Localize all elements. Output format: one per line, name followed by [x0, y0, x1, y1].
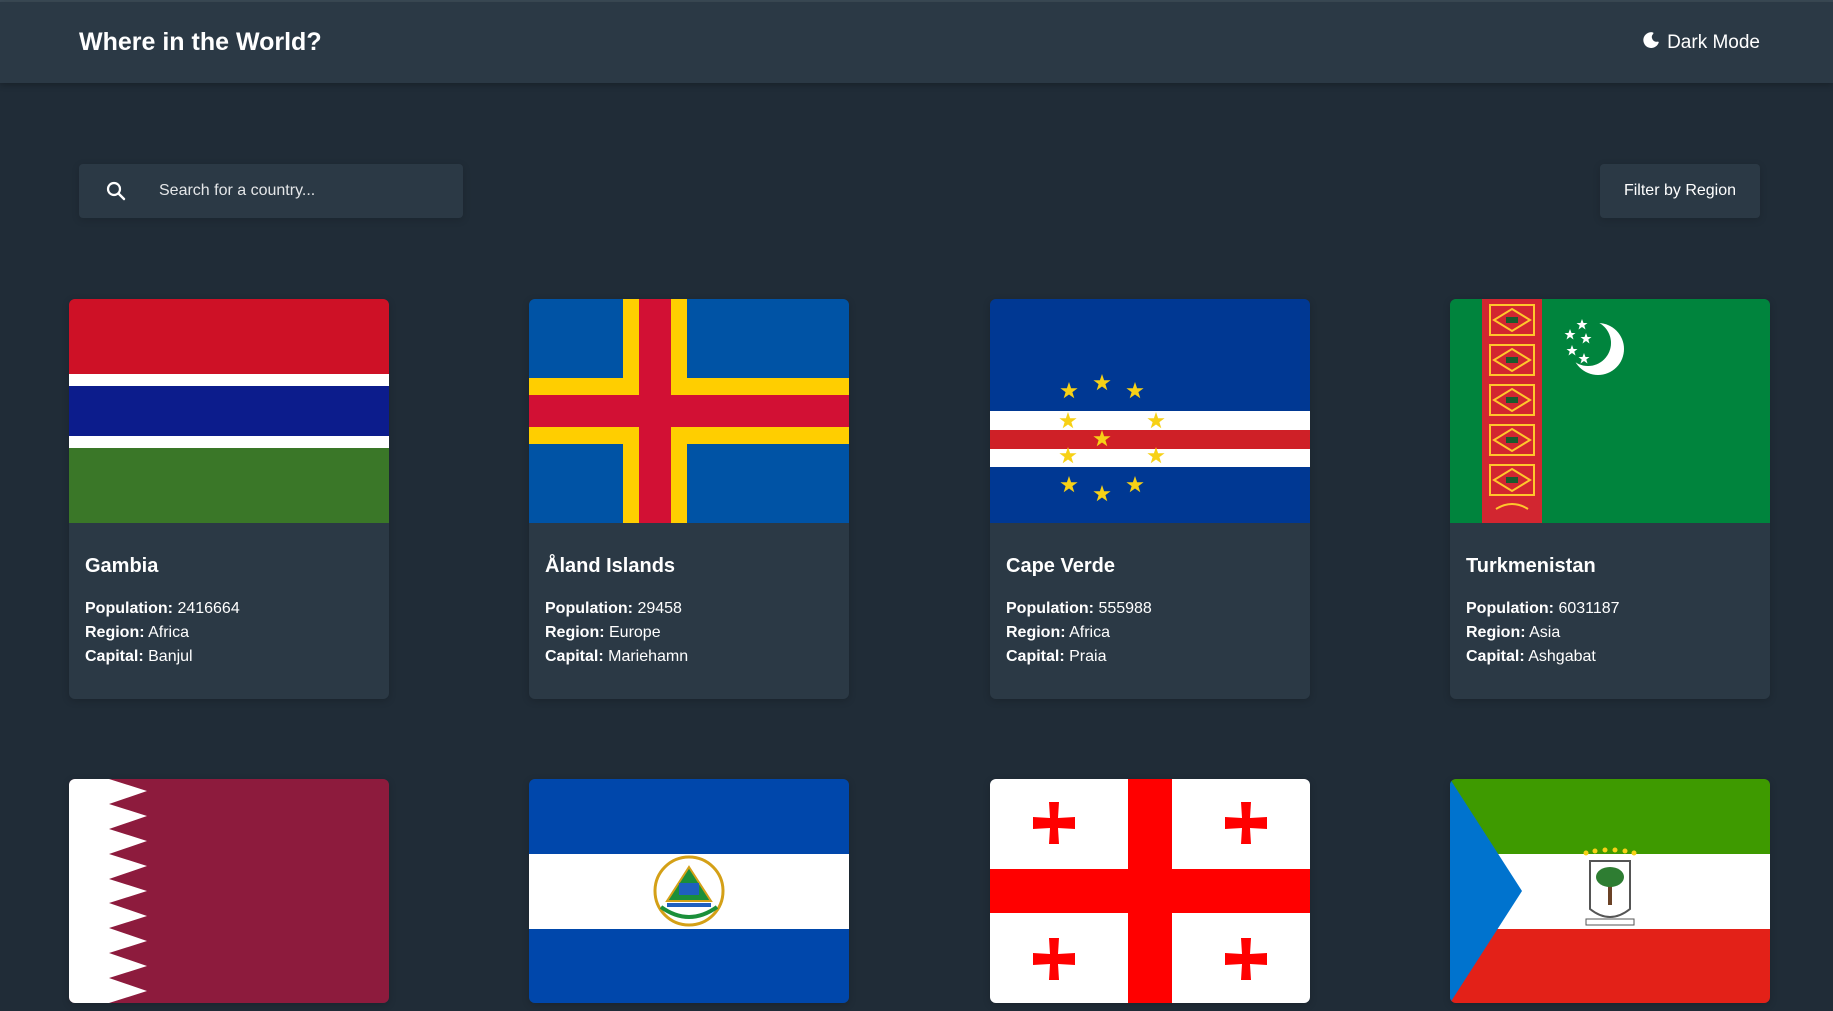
app-title: Where in the World? — [79, 28, 322, 56]
country-card[interactable]: Turkmenistan Population: 6031187 Region:… — [1450, 299, 1770, 699]
app-header: Where in the World? Dark Mode — [0, 2, 1833, 83]
search-icon — [105, 180, 127, 202]
population-row: Population: 555988 — [1006, 600, 1152, 617]
capital-value: Praia — [1069, 648, 1107, 665]
population-row: Population: 2416664 — [85, 600, 240, 617]
filter-by-region-dropdown[interactable]: Filter by Region — [1600, 164, 1760, 218]
region-value: Africa — [148, 624, 190, 641]
capital-value: Ashgabat — [1528, 648, 1596, 665]
population-value: 6031187 — [1558, 600, 1620, 617]
capital-row: Capital: Ashgabat — [1466, 648, 1596, 665]
country-card[interactable]: Åland Islands Population: 29458 Region: … — [529, 299, 849, 699]
country-name: Åland Islands — [545, 555, 676, 577]
dark-mode-toggle[interactable]: Dark Mode — [1643, 32, 1760, 54]
region-row: Region: Europe — [545, 624, 661, 641]
population-value: 29458 — [637, 600, 682, 617]
region-value: Europe — [609, 624, 661, 641]
country-name: Cape Verde — [1006, 555, 1115, 577]
turkmenistan-flag — [1450, 299, 1770, 523]
country-card[interactable] — [990, 779, 1310, 1003]
population-value: 2416664 — [177, 600, 240, 617]
country-card[interactable] — [529, 779, 849, 1003]
capital-row: Capital: Banjul — [85, 648, 193, 665]
country-card[interactable]: Gambia Population: 2416664 Region: Afric… — [69, 299, 389, 699]
capital-value: Mariehamn — [608, 648, 689, 665]
country-card[interactable]: Cape Verde Population: 555988 Region: Af… — [990, 299, 1310, 699]
capital-value: Banjul — [148, 648, 193, 665]
region-row: Region: Africa — [1006, 624, 1111, 641]
dark-mode-label: Dark Mode — [1667, 32, 1760, 53]
moon-icon — [1643, 32, 1667, 54]
region-value: Africa — [1069, 624, 1111, 641]
equatorial-guinea-flag — [1450, 779, 1770, 1003]
cape-verde-flag — [990, 299, 1310, 523]
country-name: Turkmenistan — [1466, 555, 1596, 577]
search-input[interactable] — [157, 181, 451, 201]
region-row: Region: Asia — [1466, 624, 1561, 641]
gambia-flag — [69, 299, 389, 523]
aland-flag — [529, 299, 849, 523]
georgia-flag — [990, 779, 1310, 1003]
region-value: Asia — [1529, 624, 1561, 641]
country-card[interactable] — [69, 779, 389, 1003]
search-box[interactable] — [79, 164, 463, 218]
population-row: Population: 6031187 — [1466, 600, 1620, 617]
population-value: 555988 — [1098, 600, 1152, 617]
capital-row: Capital: Praia — [1006, 648, 1107, 665]
qatar-flag — [69, 779, 389, 1003]
country-card[interactable] — [1450, 779, 1770, 1003]
el-salvador-flag — [529, 779, 849, 1003]
region-row: Region: Africa — [85, 624, 190, 641]
population-row: Population: 29458 — [545, 600, 682, 617]
country-name: Gambia — [85, 555, 159, 577]
capital-row: Capital: Mariehamn — [545, 648, 689, 665]
